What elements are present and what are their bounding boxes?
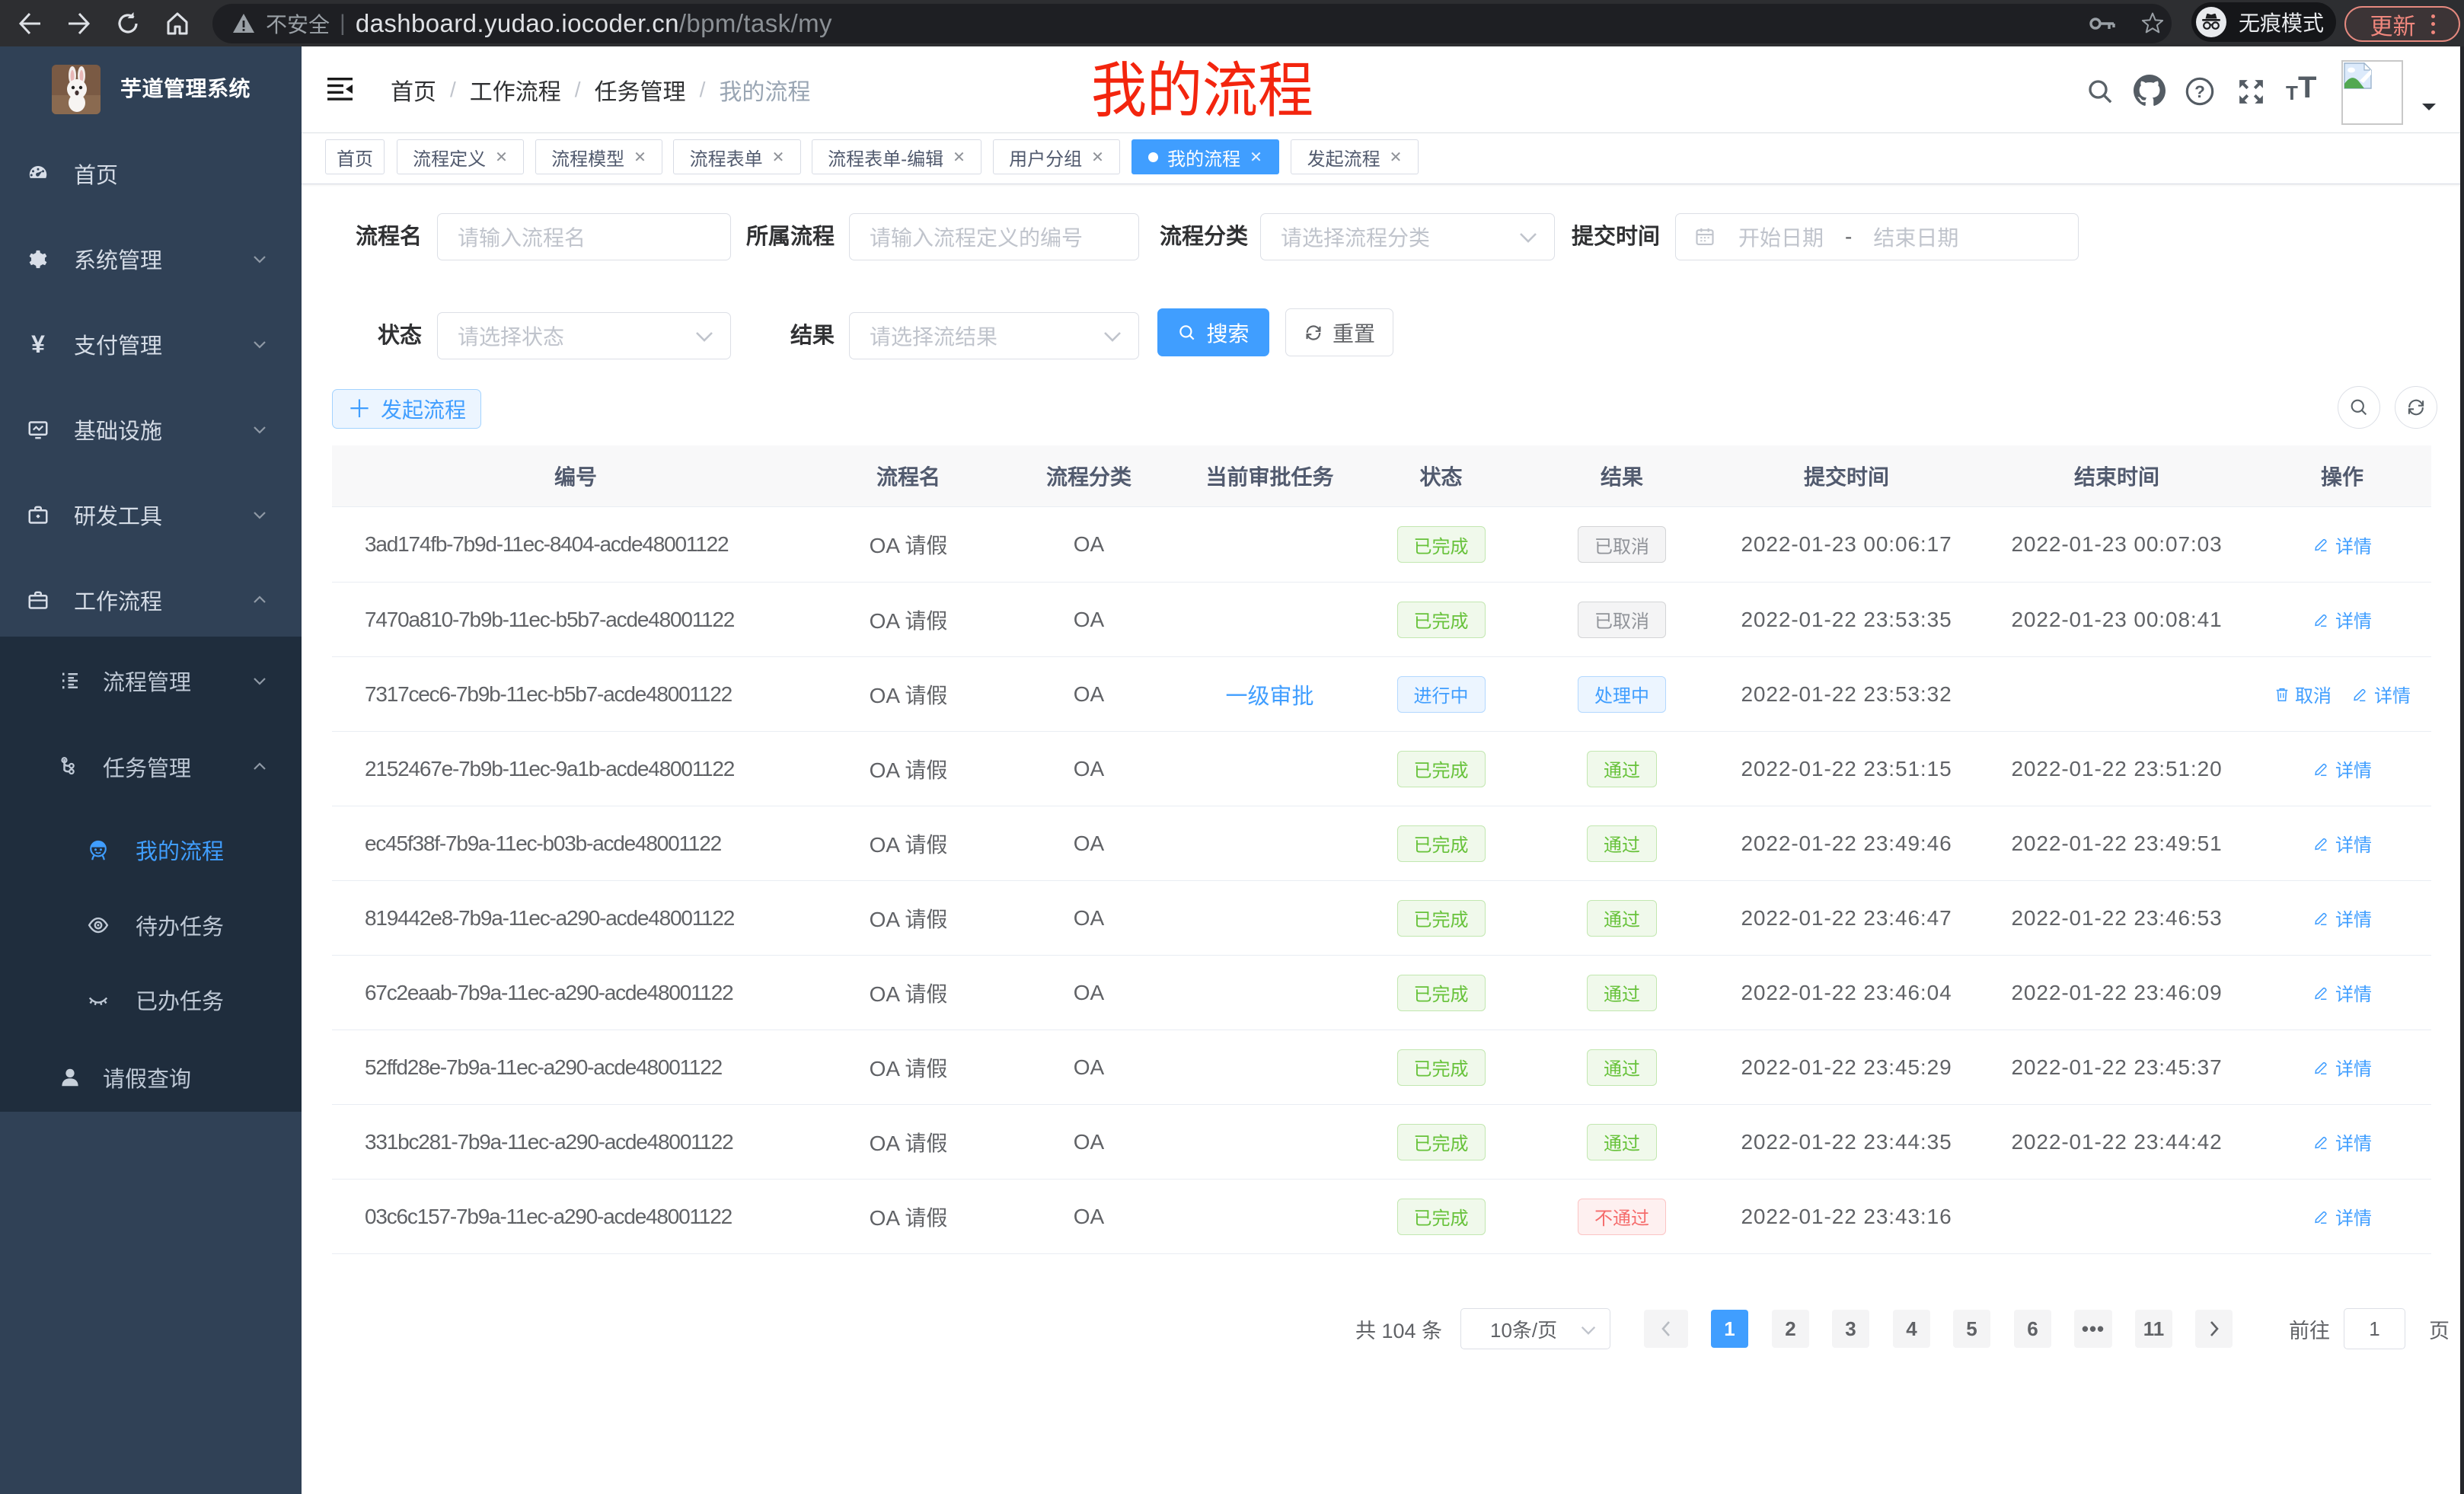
svg-text:?: ? xyxy=(2194,82,2205,101)
